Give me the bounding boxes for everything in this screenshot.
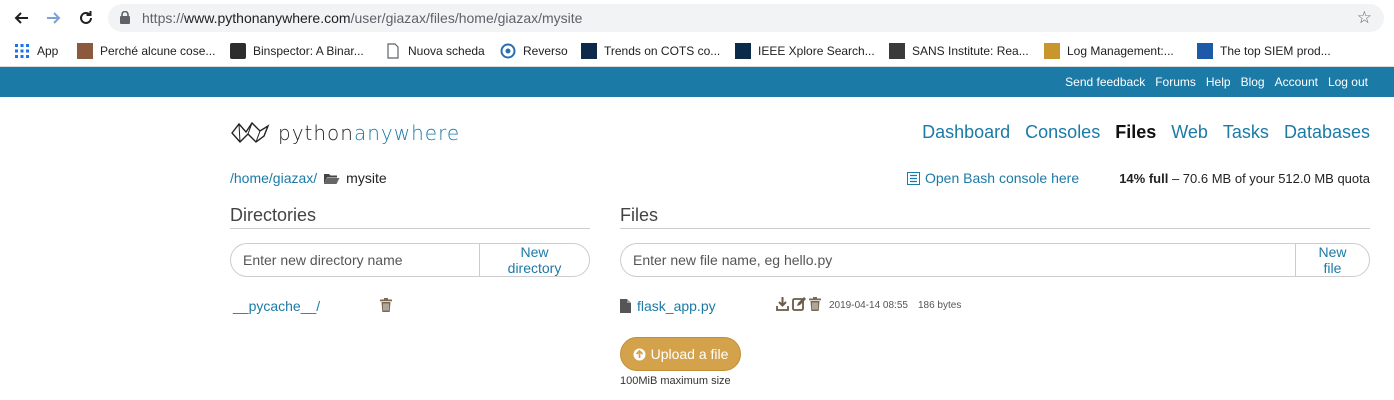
logo-text-python: python <box>278 121 354 145</box>
bookmark-label: Trends on COTS co... <box>604 44 721 58</box>
account-bar: Send feedback Forums Help Blog Account L… <box>0 67 1394 97</box>
bookmark-item[interactable]: IEEE Xplore Search... <box>735 42 875 60</box>
bookmark-item[interactable]: Binspector: A Binar... <box>230 42 364 60</box>
upload-size-note: 100MiB maximum size <box>620 375 731 387</box>
new-directory-input[interactable] <box>230 243 479 277</box>
file-date: 2019-04-14 08:55 <box>829 300 908 311</box>
blog-link[interactable]: Blog <box>1241 75 1265 89</box>
file-icon <box>620 299 631 313</box>
bookmark-label: App <box>37 44 59 58</box>
upload-arrow-icon <box>633 348 646 360</box>
bookmarks-bar: App Perché alcune cose... Binspector: A … <box>0 36 1394 67</box>
bookmark-item[interactable]: Nuova scheda <box>385 42 485 60</box>
breadcrumb-current: mysite <box>346 170 387 186</box>
address-bar[interactable]: https://www.pythonanywhere.com/user/giaz… <box>108 4 1384 32</box>
reload-icon[interactable] <box>74 6 98 30</box>
file-name-link[interactable]: flask_app.py <box>637 298 716 314</box>
nav-files[interactable]: Files <box>1115 122 1156 143</box>
files-divider <box>620 228 1370 229</box>
site-favicon-icon <box>1044 43 1060 59</box>
sans-favicon-icon <box>889 43 905 59</box>
site-favicon-icon <box>230 43 246 59</box>
url-text: https://www.pythonanywhere.com/user/giaz… <box>142 10 583 26</box>
nav-consoles[interactable]: Consoles <box>1025 122 1100 143</box>
forward-arrow-icon[interactable] <box>42 6 66 30</box>
quota-total: of your 512.0 MB quota <box>1234 171 1370 186</box>
bookmark-item[interactable]: Reverso <box>500 42 568 60</box>
new-file-input[interactable] <box>620 243 1295 277</box>
site-favicon-icon <box>1197 43 1213 59</box>
quota-used: 70.6 MB <box>1182 171 1232 186</box>
bash-link-label: Open Bash console here <box>925 170 1080 186</box>
logout-link[interactable]: Log out <box>1328 75 1368 89</box>
directories-divider <box>230 228 590 229</box>
file-size: 186 bytes <box>917 300 962 311</box>
ieee-favicon-icon <box>735 43 751 59</box>
apps-grid-icon <box>15 44 29 58</box>
new-file-button[interactable]: New file <box>1295 243 1370 277</box>
pythonanywhere-logo[interactable]: pythonanywhere <box>230 120 460 146</box>
bookmark-label: The top SIEM prod... <box>1220 44 1331 58</box>
bookmark-item[interactable]: The top SIEM prod... <box>1197 42 1331 60</box>
nav-tasks[interactable]: Tasks <box>1223 122 1269 143</box>
bookmark-label: Log Management:... <box>1067 44 1174 58</box>
breadcrumb: /home/giazax/ mysite <box>230 170 387 186</box>
directory-item[interactable]: __pycache__/ <box>233 298 320 314</box>
bookmark-apps[interactable]: App <box>14 42 58 60</box>
bookmark-label: Reverso <box>523 44 568 58</box>
quota-percent: 14% full <box>1119 171 1169 186</box>
site-favicon-icon <box>77 43 93 59</box>
quota-separator: – <box>1171 171 1180 186</box>
page-icon <box>387 43 399 59</box>
open-bash-console-link[interactable]: Open Bash console here <box>907 170 1079 186</box>
bookmark-label: Perché alcune cose... <box>100 44 216 58</box>
snake-logo-icon <box>231 121 270 144</box>
quota-info: 14% full – 70.6 MB of your 512.0 MB quot… <box>1119 171 1370 186</box>
directories-title: Directories <box>230 205 317 225</box>
breadcrumb-path-link[interactable]: /home/giazax/ <box>230 170 317 186</box>
nav-dashboard[interactable]: Dashboard <box>922 122 1010 143</box>
trash-icon[interactable] <box>380 298 392 312</box>
file-meta: 2019-04-14 08:55 186 bytes <box>829 300 961 311</box>
download-icon[interactable] <box>776 297 789 311</box>
bookmark-label: SANS Institute: Rea... <box>912 44 1029 58</box>
bookmark-label: IEEE Xplore Search... <box>758 44 875 58</box>
account-link[interactable]: Account <box>1275 75 1318 89</box>
help-link[interactable]: Help <box>1206 75 1231 89</box>
bookmark-item[interactable]: Log Management:... <box>1044 42 1174 60</box>
upload-button-label: Upload a file <box>650 346 729 362</box>
trash-icon[interactable] <box>809 297 821 311</box>
console-list-icon <box>907 171 920 185</box>
new-file-form: New file <box>620 243 1370 277</box>
edit-icon[interactable] <box>792 297 806 311</box>
files-title: Files <box>620 205 659 225</box>
bookmark-label: Binspector: A Binar... <box>253 44 364 58</box>
send-feedback-link[interactable]: Send feedback <box>1065 75 1145 89</box>
bookmark-item[interactable]: SANS Institute: Rea... <box>889 42 1029 60</box>
nav-web[interactable]: Web <box>1171 122 1208 143</box>
bookmark-item[interactable]: Perché alcune cose... <box>77 42 215 60</box>
file-row: flask_app.py 2019-04-14 08:55 186 bytes <box>620 296 961 316</box>
nav-databases[interactable]: Databases <box>1284 122 1370 143</box>
upload-file-button[interactable]: Upload a file <box>620 337 741 371</box>
bookmark-label: Nuova scheda <box>408 44 485 58</box>
new-directory-form: New directory <box>230 243 590 277</box>
back-arrow-icon[interactable] <box>9 6 33 30</box>
logo-text-anywhere: anywhere <box>353 121 461 145</box>
main-nav: Dashboard Consoles Files Web Tasks Datab… <box>922 122 1370 143</box>
new-directory-button[interactable]: New directory <box>479 243 590 277</box>
ieee-favicon-icon <box>581 43 597 59</box>
reverso-favicon-icon <box>500 43 516 59</box>
star-icon[interactable]: ☆ <box>1357 8 1372 28</box>
browser-toolbar: https://www.pythonanywhere.com/user/giaz… <box>0 0 1394 36</box>
forums-link[interactable]: Forums <box>1155 75 1196 89</box>
open-folder-icon <box>324 173 340 184</box>
lock-icon <box>120 11 130 24</box>
bookmark-item[interactable]: Trends on COTS co... <box>581 42 720 60</box>
file-actions <box>776 297 821 311</box>
